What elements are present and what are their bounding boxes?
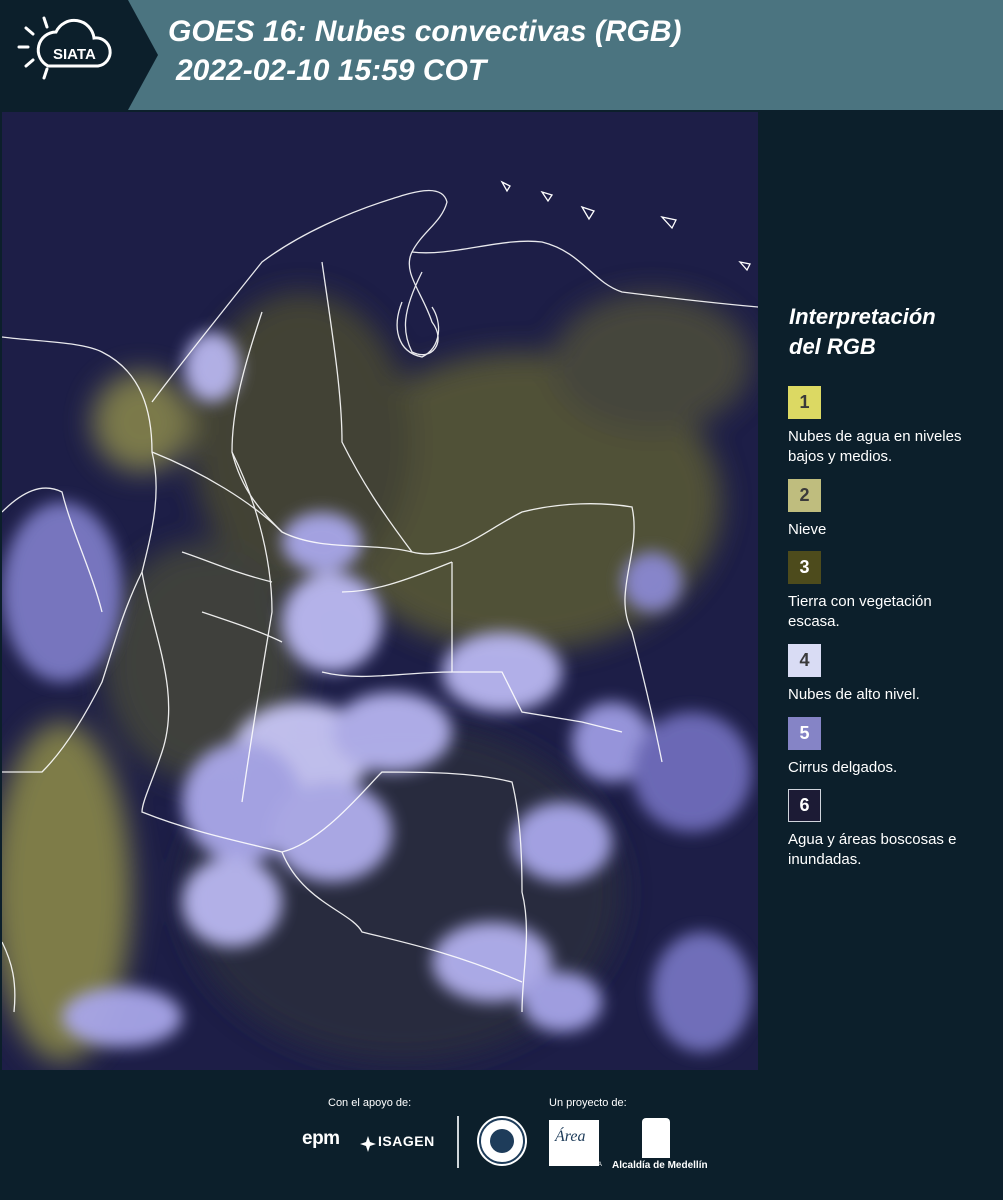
legend-item-3: 3 Tierra con vegetación escasa. [788, 551, 998, 632]
legend-label-3: Tierra con vegetación escasa. [788, 593, 932, 630]
page-timestamp: 2022-02-10 15:59 COT [176, 54, 487, 87]
area-logo-text: Área [555, 1128, 586, 1145]
legend-item-5: 5 Cirrus delgados. [788, 717, 998, 778]
medellin-seal-icon [477, 1116, 527, 1166]
legend-swatch-1: 1 [788, 386, 821, 419]
alcaldia-crest-icon [642, 1118, 670, 1158]
siata-logo-text: SIATA [53, 46, 96, 63]
legend-title-line1: Interpretación [789, 304, 936, 329]
legend-title-line2: del RGB [789, 334, 876, 359]
footer-divider [457, 1116, 459, 1168]
legend-swatch-4: 4 [788, 644, 821, 677]
alcaldia-logo-text: Alcaldía de Medellín [612, 1160, 708, 1171]
legend-item-4: 4 Nubes de alto nivel. [788, 644, 998, 705]
footer: Con el apoyo de: Un proyecto de: epm ISA… [0, 1070, 1003, 1200]
rgb-legend: Interpretación del RGB 1 Nubes de agua e… [776, 112, 1003, 1070]
legend-swatch-2: 2 [788, 479, 821, 512]
legend-item-2: 2 Nieve [788, 479, 998, 540]
legend-title: Interpretación del RGB [789, 302, 989, 362]
legend-swatch-6: 6 [788, 789, 821, 822]
project-label: Un proyecto de: [549, 1097, 627, 1109]
epm-logo: epm [302, 1128, 340, 1149]
isagen-logo: ISAGEN [378, 1133, 435, 1149]
legend-swatch-3: 3 [788, 551, 821, 584]
page-title: GOES 16: Nubes convectivas (RGB) [168, 15, 682, 48]
header-bar: SIATA GOES 16: Nubes convectivas (RGB) 2… [0, 0, 1003, 110]
legend-label-6: Agua y áreas boscosas e inundadas. [788, 831, 957, 868]
legend-label-5: Cirrus delgados. [788, 759, 898, 776]
isagen-mark-icon [360, 1136, 376, 1152]
support-label: Con el apoyo de: [328, 1097, 412, 1109]
legend-label-2: Nieve [788, 521, 827, 538]
area-metropolitana-logo: Área [549, 1120, 599, 1166]
area-logo-subtext: METROPOLITANA [551, 1162, 602, 1168]
legend-item-6: 6 Agua y áreas boscosas e inundadas. [788, 789, 998, 870]
satellite-map [2, 112, 758, 1070]
legend-swatch-5: 5 [788, 717, 821, 750]
legend-item-1: 1 Nubes de agua en niveles bajos y medio… [788, 386, 998, 467]
legend-label-4: Nubes de alto nivel. [788, 686, 920, 703]
siata-logo: SIATA [0, 0, 158, 110]
legend-label-1: Nubes de agua en niveles bajos y medios. [788, 428, 962, 465]
